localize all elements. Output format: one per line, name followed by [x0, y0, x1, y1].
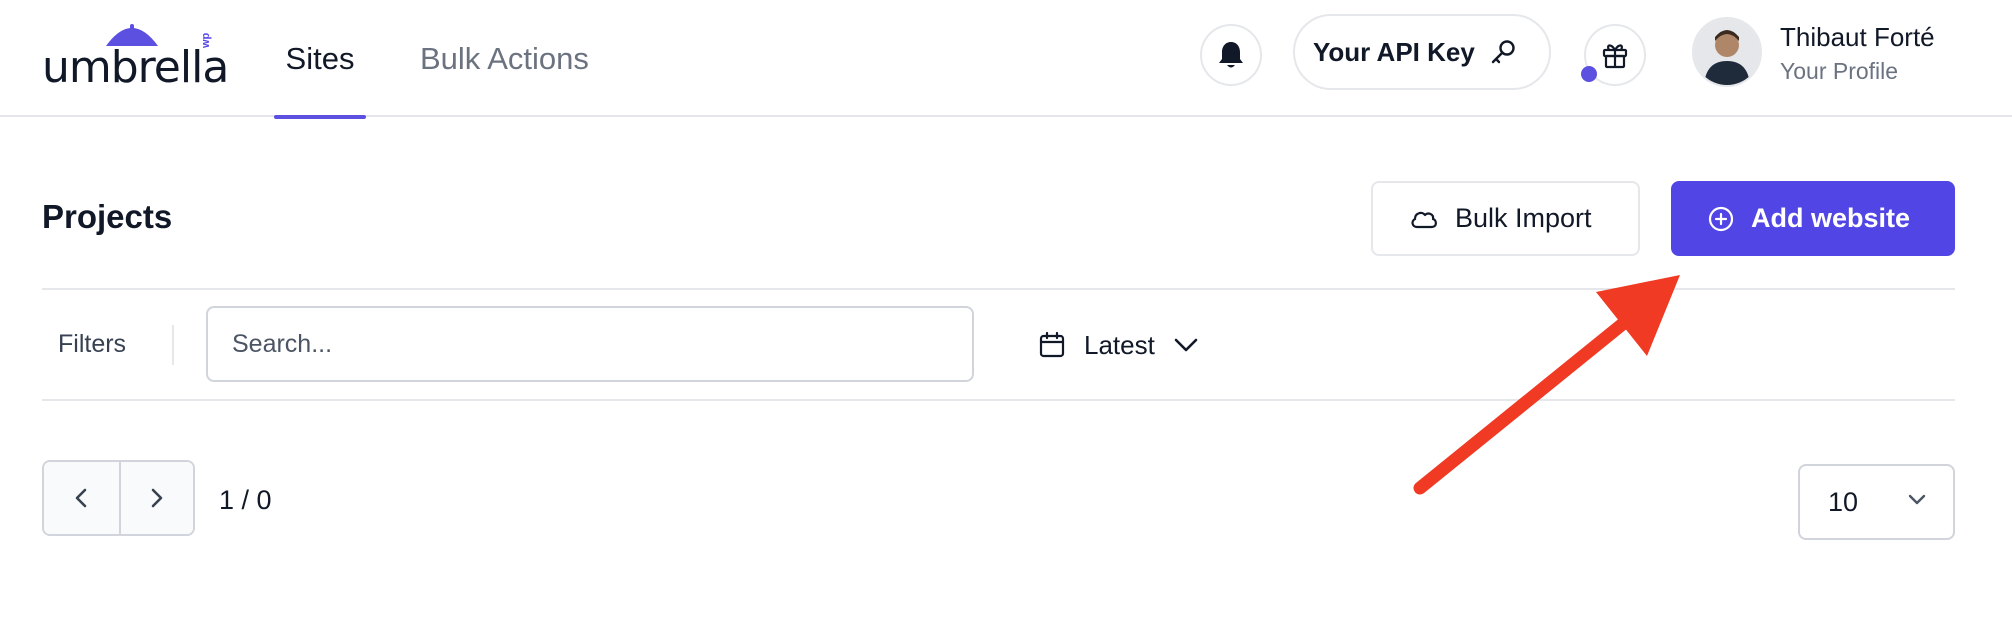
bell-icon	[1219, 42, 1243, 68]
tab-sites-label: Sites	[285, 40, 355, 76]
api-key-button[interactable]: Your API Key	[1293, 14, 1551, 90]
bulk-import-label: Bulk Import	[1455, 203, 1592, 233]
notification-dot	[1581, 66, 1597, 82]
per-page-value: 10	[1828, 486, 1859, 517]
divider	[42, 288, 1955, 290]
next-page-button[interactable]	[118, 462, 193, 534]
cloud-icon	[1411, 211, 1437, 228]
page-title: Projects	[42, 198, 173, 235]
sort-label: Latest	[1084, 329, 1155, 360]
top-navbar: umbrella wp Sites Bulk Actions Your API …	[0, 0, 2012, 119]
active-tab-indicator	[274, 115, 366, 119]
gift-icon	[1602, 44, 1628, 69]
tab-bulk-actions-label: Bulk Actions	[420, 40, 589, 76]
logo-wp-badge: wp	[200, 32, 212, 48]
chevron-left-icon	[75, 488, 87, 508]
logo-wordmark: umbrella	[42, 42, 229, 93]
pagination-controls	[42, 460, 195, 536]
sort-dropdown[interactable]: Latest	[1038, 320, 1199, 370]
add-website-button[interactable]: Add website	[1671, 181, 1955, 256]
calendar-icon	[1039, 331, 1065, 358]
profile-name[interactable]: Thibaut Forté	[1780, 22, 1935, 53]
notifications-button[interactable]	[1200, 24, 1262, 86]
api-key-label: Your API Key	[1313, 36, 1475, 67]
search-input[interactable]	[206, 306, 974, 382]
filters-separator	[172, 325, 174, 365]
chevron-right-icon	[151, 488, 163, 508]
filters-label: Filters	[58, 330, 127, 358]
profile-link[interactable]: Your Profile	[1780, 58, 1898, 85]
plus-circle-icon	[1708, 206, 1734, 231]
tab-sites[interactable]: Sites	[274, 0, 366, 119]
tab-bulk-actions[interactable]: Bulk Actions	[420, 0, 589, 117]
chevron-down-icon	[1908, 494, 1926, 505]
avatar-photo	[1694, 19, 1760, 85]
bulk-import-button[interactable]: Bulk Import	[1371, 181, 1640, 256]
previous-page-button[interactable]	[44, 462, 119, 534]
avatar[interactable]	[1692, 17, 1762, 87]
divider	[42, 399, 1955, 401]
add-website-label: Add website	[1751, 203, 1911, 233]
page-indicator: 1 / 0	[219, 485, 272, 515]
umbrella-logo[interactable]: umbrella wp	[42, 20, 229, 93]
key-icon	[1491, 40, 1515, 64]
per-page-select[interactable]: 10	[1798, 464, 1955, 540]
chevron-down-icon	[1174, 338, 1198, 352]
